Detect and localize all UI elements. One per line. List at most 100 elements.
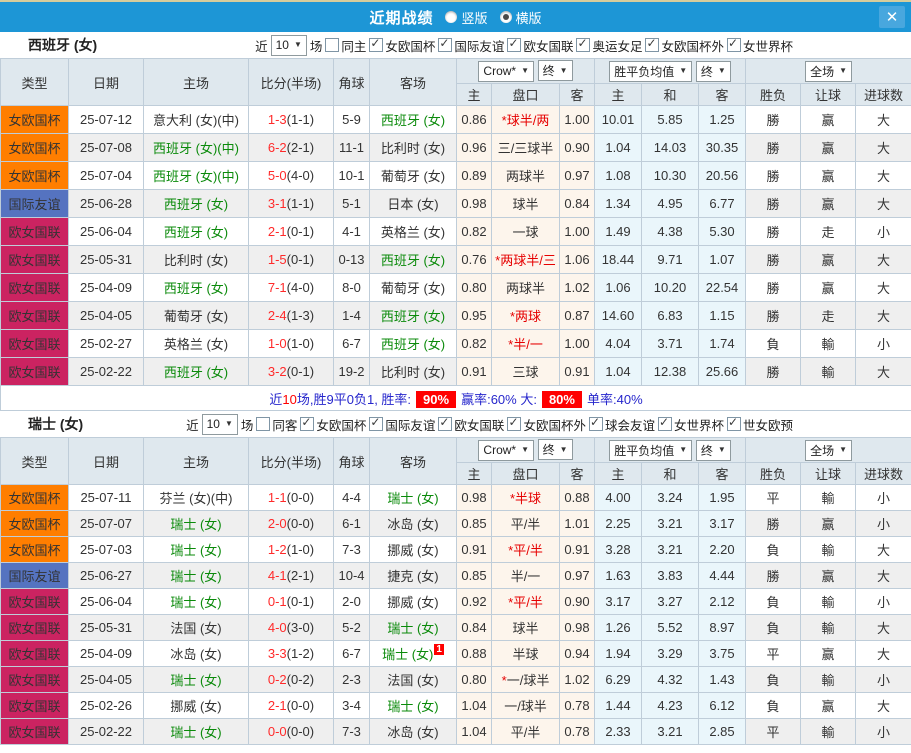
corner-score: 10-4 [333,562,370,589]
home-team: 西班牙 (女) [143,357,249,386]
home-team-name: 瑞士 (女) [170,725,222,740]
result-goals: 大 [855,105,911,134]
checkbox-checked-icon [726,36,741,52]
result-goals: 大 [855,357,911,386]
col-header-away: 客场 [369,58,457,106]
scope-select[interactable]: 全场 ▼ [805,439,852,461]
competition-checkbox[interactable]: 奥运女足 [576,36,642,55]
avg-draw: 3.29 [641,640,699,667]
match-row: 女欧国杯 25-07-04 西班牙 (女)(中) 5-0(4-0) 10-1 葡萄牙 (女… [0,161,911,190]
avg-away: 1.25 [697,105,747,134]
summary-text: 10 [282,391,297,407]
card-badge: 1 [434,644,444,655]
competition-checkbox[interactable]: 欧女国联 [507,36,573,55]
matches-label: 场 [309,39,323,54]
competition-label: 国际友谊 [454,39,505,54]
competition-checkbox[interactable]: 女世界杯 [726,36,793,55]
odds-home: 1.04 [456,692,492,719]
chevron-down-icon: ▼ [679,445,688,454]
result-win: 平 [745,484,802,511]
odds-away: 0.88 [559,484,595,511]
odds-final-select[interactable]: 终 ▼ [537,60,573,82]
competition-checkbox[interactable]: 女欧国杯 [369,36,435,55]
odds-source-select[interactable]: Crow* ▼ [478,60,535,82]
avg-final-select[interactable]: 终 ▼ [695,439,731,461]
section-header-switzerland: 瑞士 (女) 近 10 ▼ 场 同客 女欧国杯 国际友谊 欧女国联 女欧国杯外 球会友谊… [0,411,911,437]
close-icon: ✕ [885,9,899,26]
result-handicap: 赢 [800,245,857,274]
same-home-checkbox[interactable]: 同主 [325,36,366,55]
odds-away: 1.00 [559,329,595,358]
avg-final-select[interactable]: 终 ▼ [695,60,731,82]
result-win: 平 [745,640,802,667]
checkbox-checked-icon [657,415,672,431]
home-team: 西班牙 (女) [143,273,249,302]
away-team: 瑞士 (女) 1 [369,640,457,667]
chevron-down-icon: ▼ [521,66,530,76]
match-row: 欧女国联 25-06-04 西班牙 (女) 2-1(0-1) 4-1 英格兰 (女) 0.8… [0,217,911,246]
fulltime-score: 2-0 [267,516,287,531]
odds-final-select[interactable]: 终 ▼ [537,439,573,461]
corner-score: 0-13 [333,245,370,274]
result-goals: 小 [855,510,911,537]
scope-select[interactable]: 全场 ▼ [805,60,852,82]
type-badge: 欧女国联 [0,273,69,302]
competition-checkbox[interactable]: 欧女国联 [438,415,504,434]
sub-header-avg-away: 客 [697,462,747,485]
home-team: 法国 (女) [143,614,249,641]
odds-away: 0.94 [559,640,595,667]
handicap-name: 两球半 [505,281,545,296]
home-team-name: 瑞士 (女) [170,673,222,688]
away-team: 瑞士 (女) [369,484,457,511]
same-away-checkbox[interactable]: 同客 [256,415,297,434]
corner-score: 1-4 [333,301,370,330]
result-goals: 大 [855,640,911,667]
match-date: 25-02-26 [68,692,144,719]
scope-group-header: 全场 ▼ [745,437,911,463]
competition-label: 女欧国杯 [385,39,436,54]
avg-draw: 14.03 [641,133,699,162]
odds-source-select[interactable]: Crow* ▼ [478,439,535,461]
radio-horizontal[interactable]: 横版 [499,8,542,27]
halftime-score: (0-1) [286,594,315,609]
match-date: 25-04-05 [68,666,144,693]
competition-checkbox[interactable]: 女欧国杯 [300,415,366,434]
home-team-name: 冰岛 (女) [170,647,222,662]
competition-checkbox[interactable]: 球会友谊 [588,415,655,434]
avg-draw: 3.24 [641,484,699,511]
match-count-select[interactable]: 10 ▼ [270,34,307,56]
competition-checkbox[interactable]: 女欧国杯外 [507,415,586,434]
match-count-select[interactable]: 10 ▼ [201,413,238,435]
home-team: 比利时 (女) [143,245,249,274]
score: 1-5(0-1) [248,245,334,274]
competition-checkbox[interactable]: 国际友谊 [369,415,435,434]
corner-score: 4-1 [333,217,370,246]
handicap-name: 球半/两 [506,113,550,128]
corner-score: 7-3 [333,536,370,563]
sub-header-handicap: 盘口 [491,462,560,485]
match-row: 女欧国杯 25-07-11 芬兰 (女)(中) 1-1(0-0) 4-4 瑞士 (女) 0.… [0,484,911,511]
competition-checkbox[interactable]: 国际友谊 [438,36,504,55]
score: 7-1(4-0) [248,273,334,302]
close-button[interactable]: ✕ [879,6,905,28]
handicap: *半球 [491,484,560,511]
match-row: 欧女国联 25-04-09 冰岛 (女) 3-3(1-2) 6-7 瑞士 (女) 1 0.88… [0,640,911,667]
filter-bar: 近 10 ▼ 场 同主 女欧国杯 国际友谊 欧女国联 奥运女足 女欧国杯外 女世界杯 [255,34,793,56]
sub-header-avg-draw: 和 [641,83,699,106]
competition-checkbox[interactable]: 女欧国杯外 [645,36,724,55]
competition-checkbox[interactable]: 女世界杯 [657,415,724,434]
halftime-score: (1-3) [286,308,315,323]
avg-select[interactable]: 胜平负均值 ▼ [609,439,693,461]
avg-select[interactable]: 胜平负均值 ▼ [609,60,693,82]
results-table-switzerland: 类型 日期 主场 比分(半场) 角球 客场 Crow* ▼ 终 ▼ 胜平负均值 ▼ 终… [0,437,911,745]
avg-away: 3.17 [697,510,747,537]
score: 1-2(1-0) [248,536,334,563]
competition-label: 女欧国杯 [316,418,367,433]
match-row: 欧女国联 25-02-22 西班牙 (女) 3-2(0-1) 19-2 比利时 (女) 0.… [0,357,911,386]
avg-away: 2.12 [697,588,747,615]
competition-checkbox[interactable]: 世女欧预 [726,415,793,434]
radio-vertical[interactable]: 竖版 [445,8,488,27]
result-handicap: 輸 [800,666,857,693]
page-title: 近期战绩 [369,9,434,27]
home-team: 芬兰 (女)(中) [143,484,249,511]
